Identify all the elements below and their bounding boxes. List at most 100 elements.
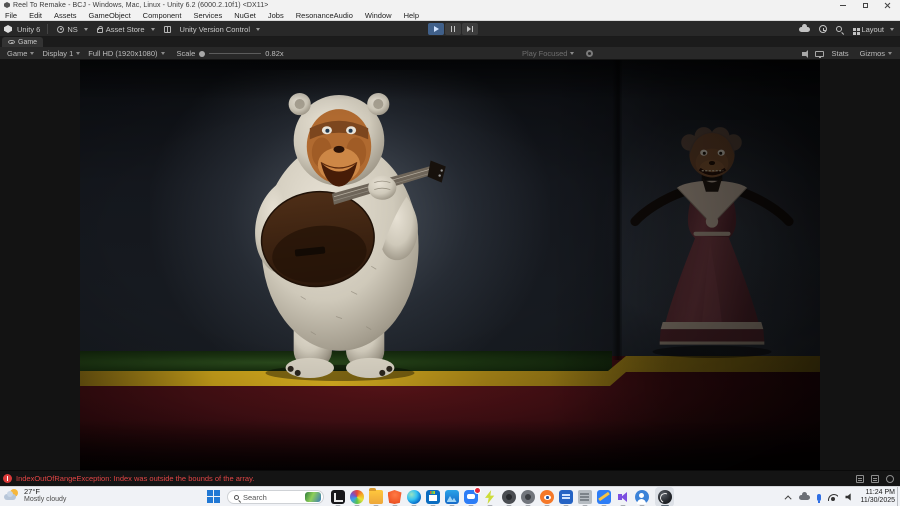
wifi-icon[interactable]	[828, 493, 839, 501]
account-dropdown[interactable]: NS	[55, 25, 89, 34]
gear-app-icon-2	[520, 490, 535, 504]
version-control-label: Unity Version Control	[179, 24, 250, 34]
asset-store-dropdown[interactable]: Asset Store	[95, 25, 157, 34]
taskbar-search[interactable]: Search	[227, 490, 324, 504]
weather-widget[interactable]: 27°F Mostly cloudy	[4, 488, 66, 504]
main-toolbar: Unity 6 NS Asset Store Unity Version Con…	[0, 21, 900, 37]
onedrive-icon[interactable]	[799, 492, 811, 500]
file-explorer-icon	[368, 488, 383, 504]
taskbar-app-server[interactable]	[575, 487, 594, 506]
chevron-down-icon	[150, 27, 155, 31]
capture-icon[interactable]	[586, 50, 594, 57]
game-render[interactable]	[80, 60, 820, 470]
resolution-dropdown[interactable]: Full HD (1920x1080)	[84, 49, 168, 58]
taskbar-app-photos-pinwheel[interactable]	[347, 487, 366, 506]
taskbar-app-brave[interactable]	[385, 487, 404, 506]
taskbar-app-gear-dark[interactable]	[499, 487, 518, 506]
volume-icon[interactable]	[845, 493, 851, 501]
menu-edit[interactable]: Edit	[23, 10, 48, 21]
unity-version-badge: Unity 6	[17, 24, 41, 34]
chevron-down-icon	[76, 52, 81, 55]
taskbar-app-active-unity-game[interactable]	[655, 487, 674, 506]
console-log-icon[interactable]	[856, 475, 864, 483]
taskbar-app-contact[interactable]	[632, 487, 651, 506]
start-button[interactable]	[204, 487, 223, 506]
photos-app-icon	[444, 490, 459, 504]
taskbar-app-store[interactable]	[423, 487, 442, 506]
minimize-button[interactable]	[832, 0, 854, 10]
windows-taskbar: 27°F Mostly cloudy Search 11:24 PM 11/30…	[0, 486, 900, 506]
search-placeholder: Search	[243, 492, 267, 502]
pause-button[interactable]	[445, 23, 461, 35]
layout-dropdown[interactable]: Layout	[851, 25, 896, 34]
edge-browser-icon	[406, 490, 421, 504]
step-button[interactable]	[462, 23, 478, 35]
menu-component[interactable]: Component	[137, 10, 188, 21]
undo-history-icon[interactable]	[819, 25, 828, 33]
lightning-app-icon	[485, 490, 495, 504]
menu-window[interactable]: Window	[359, 10, 398, 21]
scale-slider-track[interactable]	[209, 53, 262, 54]
blender-icon	[539, 490, 554, 504]
weather-temperature: 27°F	[24, 487, 40, 496]
background-task-icon[interactable]	[886, 475, 894, 483]
menu-services[interactable]: Services	[187, 10, 228, 21]
title-bar[interactable]: Reel To Remake - BCJ - Windows, Mac, Lin…	[0, 0, 900, 10]
status-bar[interactable]: IndexOutOfRangeException: Index was outs…	[0, 470, 900, 486]
taskbar-app-tool[interactable]	[594, 487, 613, 506]
wall-corner	[612, 60, 622, 360]
weather-icon	[4, 489, 20, 503]
mute-audio-icon[interactable]	[802, 49, 809, 58]
scale-slider-knob[interactable]	[199, 50, 206, 57]
play-button[interactable]	[428, 23, 444, 35]
tray-overflow-chevron-icon[interactable]	[785, 494, 793, 502]
console-window-icon[interactable]	[871, 475, 879, 483]
tab-strip: Game	[0, 37, 900, 47]
menu-resonanceaudio[interactable]: ResonanceAudio	[290, 10, 359, 21]
clock-time: 11:24 PM	[865, 489, 895, 496]
weather-condition: Mostly cloudy	[24, 496, 67, 503]
taskbar-app-bolt[interactable]	[480, 487, 499, 506]
layout-grid-icon	[853, 27, 857, 31]
taskbar-app-audio[interactable]	[613, 487, 632, 506]
menu-gameobject[interactable]: GameObject	[83, 10, 137, 21]
vsync-monitor-icon[interactable]	[815, 50, 825, 58]
game-view-toolbar: Game Display 1 Full HD (1920x1080) Scale…	[0, 47, 900, 60]
unity-editor-window: Reel To Remake - BCJ - Windows, Mac, Lin…	[0, 0, 900, 506]
taskbar-clock[interactable]: 11:24 PM 11/30/2025	[860, 489, 895, 505]
error-icon	[3, 474, 12, 483]
play-focused-dropdown[interactable]: Play Focused	[518, 49, 578, 58]
game-mode-dropdown[interactable]: Game	[3, 49, 38, 58]
menu-assets[interactable]: Assets	[48, 10, 83, 21]
stats-button[interactable]: Stats	[831, 49, 848, 58]
taskbar-app-terminal[interactable]	[328, 487, 347, 506]
menu-jobs[interactable]: Jobs	[262, 10, 290, 21]
menu-help[interactable]: Help	[398, 10, 425, 21]
search-icon	[234, 494, 239, 500]
version-control-dropdown[interactable]: Unity Version Control	[178, 25, 262, 34]
menu-file[interactable]: File	[0, 10, 23, 21]
taskbar-app-edge[interactable]	[404, 487, 423, 506]
package-manager-button[interactable]	[162, 25, 173, 33]
asset-store-label: Asset Store	[105, 24, 145, 34]
microphone-in-use-icon[interactable]	[817, 493, 822, 503]
taskbar-app-chat[interactable]	[461, 487, 481, 506]
taskbar-app-blue-bars[interactable]	[556, 487, 575, 506]
account-label: NS	[67, 24, 78, 34]
game-viewport[interactable]	[0, 60, 900, 470]
taskbar-app-blender[interactable]	[537, 487, 556, 506]
chevron-down-icon	[890, 27, 894, 31]
taskbar-app-photos[interactable]	[442, 487, 461, 506]
display-dropdown[interactable]: Display 1	[38, 49, 84, 58]
tab-game[interactable]: Game	[2, 37, 44, 47]
taskbar-app-gear-light[interactable]	[518, 487, 537, 506]
taskbar-app-file-explorer[interactable]	[366, 487, 385, 506]
maximize-button[interactable]	[854, 0, 876, 10]
cloud-icon[interactable]	[799, 23, 811, 32]
layout-label: Layout	[861, 24, 884, 34]
console-error-message[interactable]: IndexOutOfRangeException: Index was outs…	[16, 474, 254, 483]
gizmos-dropdown[interactable]: Gizmos	[856, 49, 896, 58]
close-button[interactable]	[876, 0, 898, 10]
search-icon[interactable]	[836, 26, 843, 32]
menu-nuget[interactable]: NuGet	[228, 10, 262, 21]
